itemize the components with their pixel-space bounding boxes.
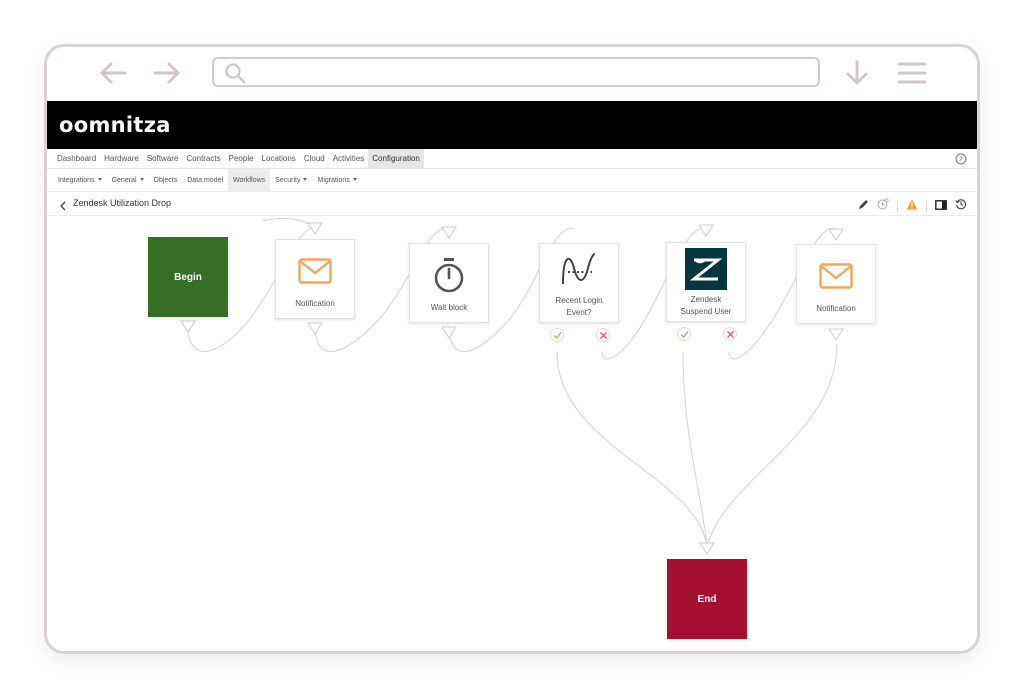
- sub-nav-label: Integrations: [58, 176, 95, 184]
- main-nav-item-activities[interactable]: Activities: [329, 149, 369, 169]
- sub-nav-label: Workflows: [233, 176, 266, 184]
- input-port-triangle-icon[interactable]: [698, 224, 714, 237]
- tool-divider: [897, 200, 898, 212]
- url-input[interactable]: [254, 63, 804, 83]
- main-nav-item-people[interactable]: People: [225, 149, 258, 169]
- zendesk-suspend-user-node[interactable]: Zendesk Suspend User: [666, 242, 746, 322]
- browser-toolbar: [47, 47, 977, 101]
- address-bar[interactable]: [212, 57, 820, 87]
- workflow-tools: [858, 197, 967, 215]
- notification-node-1[interactable]: Notification: [275, 239, 355, 319]
- true-branch-check-icon[interactable]: [677, 327, 691, 341]
- input-port-triangle-icon[interactable]: [307, 222, 323, 235]
- sub-nav-item-security[interactable]: Security: [270, 169, 312, 192]
- browser-window: oomnitza Dashboard Hardware Software Contra…: [44, 44, 980, 654]
- sub-nav-item-data-model[interactable]: Data model: [182, 169, 228, 192]
- wait-block-label: Wait block: [430, 303, 468, 312]
- false-branch-x-icon[interactable]: [723, 327, 737, 341]
- recent-login-condition-node[interactable]: Recent Login Event?: [539, 243, 619, 323]
- input-port-triangle-icon[interactable]: [441, 226, 457, 239]
- main-nav-item-software[interactable]: Software: [143, 149, 183, 169]
- app-header: oomnitza: [47, 101, 977, 149]
- warning-icon[interactable]: [906, 197, 918, 215]
- false-branch-x-icon[interactable]: [596, 328, 610, 342]
- recent-login-label-line2: Event?: [566, 308, 592, 317]
- sub-nav-label: General: [111, 176, 137, 184]
- zendesk-label-line2: Suspend User: [680, 307, 732, 316]
- sub-nav: Integrations General Objects Data model Work…: [47, 168, 977, 192]
- caret-down-icon: [352, 178, 357, 182]
- notification-node-2[interactable]: Notification: [796, 244, 876, 324]
- mail-icon: [819, 263, 853, 289]
- output-port-triangle-icon[interactable]: [180, 320, 196, 333]
- sub-nav-label: Migrations: [317, 176, 350, 184]
- back-arrow-icon[interactable]: [97, 59, 129, 87]
- sub-nav-item-workflows[interactable]: Workflows: [228, 168, 271, 192]
- panel-toggle-icon[interactable]: [935, 197, 947, 215]
- workflow-title: Zendesk Utilization Drop: [73, 198, 172, 208]
- main-nav-item-locations[interactable]: Locations: [258, 149, 300, 169]
- tool-divider: [926, 200, 927, 212]
- stopwatch-icon: [434, 258, 464, 293]
- caret-down-icon: [139, 178, 144, 182]
- notification-label: Notification: [816, 304, 856, 313]
- forward-arrow-icon[interactable]: [151, 59, 183, 87]
- sub-nav-item-objects[interactable]: Objects: [149, 169, 183, 192]
- menu-icon[interactable]: [897, 59, 927, 87]
- notification-label: Notification: [295, 299, 335, 308]
- output-port-triangle-icon[interactable]: [828, 328, 844, 341]
- main-nav: Dashboard Hardware Software Contracts People…: [47, 148, 977, 169]
- workflow-titlebar: Zendesk Utilization Drop: [47, 192, 977, 216]
- main-nav-item-configuration[interactable]: Configuration: [368, 148, 424, 169]
- input-port-triangle-icon[interactable]: [699, 542, 715, 555]
- workflow-canvas[interactable]: Begin Notification Wait block Recent Log…: [47, 216, 977, 651]
- sub-nav-item-general[interactable]: General: [107, 169, 149, 192]
- back-chevron-icon[interactable]: [59, 198, 67, 216]
- download-icon[interactable]: [844, 59, 870, 87]
- begin-label: Begin: [174, 272, 202, 283]
- zendesk-icon: [685, 248, 727, 290]
- sub-nav-item-migrations[interactable]: Migrations: [312, 169, 361, 192]
- main-nav-item-dashboard[interactable]: Dashboard: [53, 149, 100, 169]
- condition-curve-icon: [562, 252, 596, 285]
- wait-block-node[interactable]: Wait block: [409, 243, 489, 323]
- output-port-triangle-icon[interactable]: [441, 326, 457, 339]
- end-node[interactable]: End: [667, 559, 747, 639]
- sub-nav-item-integrations[interactable]: Integrations: [53, 169, 107, 192]
- recent-login-label-line1: Recent Login: [555, 296, 603, 305]
- main-nav-item-hardware[interactable]: Hardware: [100, 149, 143, 169]
- true-branch-check-icon[interactable]: [550, 328, 564, 342]
- sub-nav-label: Security: [275, 176, 301, 184]
- output-port-triangle-icon[interactable]: [307, 322, 323, 335]
- main-nav-item-cloud[interactable]: Cloud: [300, 149, 329, 169]
- main-nav-item-contracts[interactable]: Contracts: [182, 149, 224, 169]
- search-icon: [225, 63, 246, 84]
- help-icon[interactable]: ?: [955, 152, 967, 170]
- sub-nav-label: Objects: [153, 176, 178, 184]
- caret-down-icon: [97, 178, 102, 182]
- zendesk-label-line1: Zendesk: [690, 295, 722, 304]
- input-port-triangle-icon[interactable]: [828, 228, 844, 241]
- schedule-icon[interactable]: [877, 197, 889, 215]
- edit-pencil-icon[interactable]: [858, 197, 869, 215]
- mail-icon: [298, 258, 332, 284]
- caret-down-icon: [303, 178, 308, 182]
- begin-node[interactable]: Begin: [148, 237, 228, 317]
- oomnitza-logo[interactable]: oomnitza: [59, 113, 171, 137]
- svg-text:?: ?: [959, 156, 963, 164]
- sub-nav-label: Data model: [187, 176, 224, 184]
- end-label: End: [697, 594, 717, 605]
- history-icon[interactable]: [955, 197, 967, 215]
